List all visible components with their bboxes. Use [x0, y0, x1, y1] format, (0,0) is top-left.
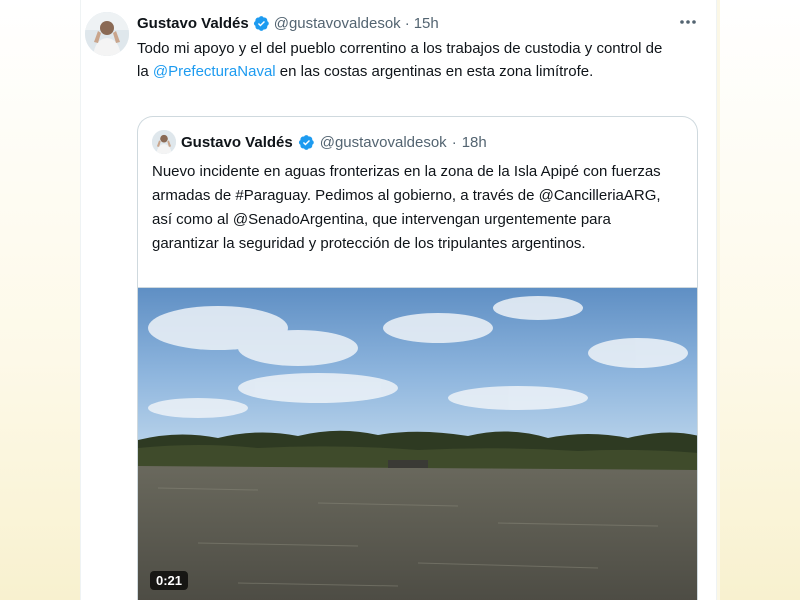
quoted-avatar[interactable] [152, 130, 176, 154]
background-right-margin [720, 0, 800, 600]
quoted-verified-badge-icon [298, 134, 314, 150]
author-handle[interactable]: @gustavovaldesok [274, 15, 401, 32]
tweet-timestamp[interactable]: 15h [414, 15, 439, 32]
more-horizontal-icon [680, 20, 696, 24]
tweet-text: Todo mi apoyo y el del pueblo correntino… [137, 38, 677, 83]
tweet-text-end: en las costas argentinas en esta zona li… [275, 62, 594, 80]
quoted-author-name[interactable]: Gustavo Valdés [181, 134, 293, 151]
quoted-tweet-text: Nuevo incidente en aguas fronterizas en … [152, 163, 661, 252]
quoted-timestamp[interactable]: 18h [462, 134, 487, 151]
quoted-tweet-header: Gustavo Valdés @gustavovaldesok · 18h [152, 130, 487, 154]
tweet-header: Gustavo Valdés @gustavovaldesok · 15h [137, 13, 710, 33]
avatar-photo [85, 12, 129, 56]
quoted-author-handle[interactable]: @gustavovaldesok [320, 134, 447, 151]
quoted-separator-dot: · [451, 133, 457, 151]
avatar[interactable] [85, 12, 129, 56]
video-duration-badge: 0:21 [150, 571, 189, 590]
more-options-button[interactable] [676, 12, 700, 36]
separator-dot: · [404, 14, 410, 32]
video-thumbnail [138, 288, 697, 600]
author-name[interactable]: Gustavo Valdés [137, 15, 249, 32]
verified-badge-icon [253, 15, 269, 31]
mention-link[interactable]: @PrefecturaNaval [153, 63, 276, 80]
quoted-avatar-photo [152, 130, 176, 154]
quoted-tweet[interactable]: Gustavo Valdés @gustavovaldesok · 18h Nu… [137, 116, 698, 600]
video-player[interactable]: 0:21 [138, 287, 697, 600]
background-left-margin [0, 0, 80, 600]
